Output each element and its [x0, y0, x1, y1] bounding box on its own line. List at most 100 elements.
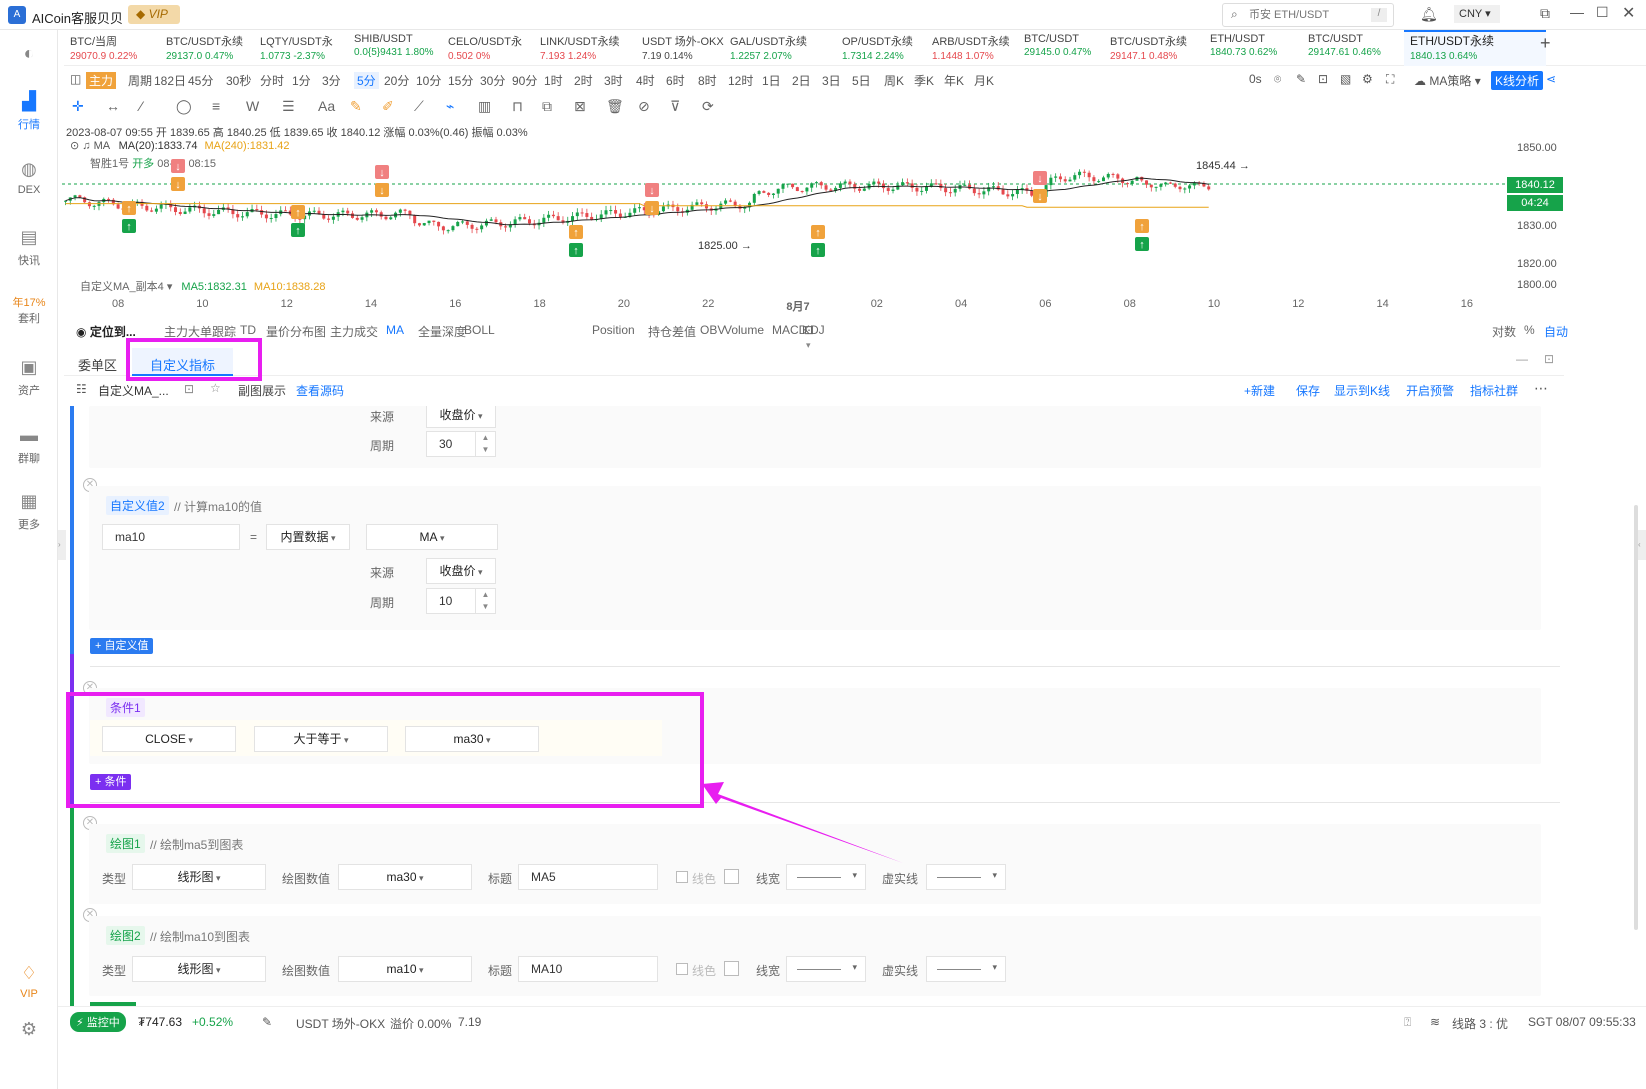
text-icon[interactable]: Aa [318, 98, 335, 114]
sidebar-item-settings[interactable]: ⚙ [0, 1018, 58, 1044]
plot-1-width-select[interactable] [786, 864, 866, 890]
eye-icon[interactable]: ⊘ [638, 98, 650, 115]
sidebar-item-vip[interactable]: ♢ VIP [0, 962, 58, 1000]
period-tab[interactable]: 4时 [636, 72, 655, 89]
chevron-down-icon[interactable]: ▾ [167, 281, 173, 293]
period-tab[interactable]: 30分 [480, 72, 505, 89]
plot-2-color-swatch[interactable] [724, 961, 739, 976]
plot-1-value-select[interactable]: ma30 [338, 864, 472, 890]
edit-icon[interactable]: ⊠ [574, 98, 586, 115]
period-tab[interactable]: 1时 [544, 72, 563, 89]
plot-1-title-input[interactable] [518, 864, 658, 890]
pen-icon[interactable]: ✎ [1296, 72, 1306, 86]
view-source-link[interactable]: 查看源码 [296, 382, 344, 399]
filter-icon[interactable]: ⊽ [670, 98, 680, 115]
ticker-item[interactable]: BTC/USDT永续 29147.1 0.48% [1110, 33, 1187, 65]
period-tab[interactable]: 20分 [384, 72, 409, 89]
search-box[interactable]: ⌕ / [1222, 3, 1394, 27]
enable-alert-button[interactable]: 开启预警 [1406, 382, 1454, 399]
sidebar-item-news[interactable]: ▤ 快讯 [0, 226, 58, 268]
pattern-icon[interactable]: ▥ [478, 98, 491, 115]
minimize-icon[interactable]: — [1570, 4, 1584, 20]
auto-toggle[interactable]: 自动 [1544, 323, 1568, 340]
sidebar-item-assets[interactable]: ▣ 资产 [0, 356, 58, 398]
indicator-toggle[interactable]: 全量深度 [418, 323, 466, 340]
fullscreen-icon[interactable]: ⛶ [1386, 72, 1394, 87]
sidebar-item-arbitrage[interactable]: 年17% 套利 [0, 294, 58, 326]
ticker-item[interactable]: BTC/当周 29070.9 0.22% [70, 33, 137, 65]
period-tab[interactable]: 6时 [666, 72, 685, 89]
period-tab[interactable]: 1日 [762, 72, 781, 89]
period-tab[interactable]: 2日 [792, 72, 811, 89]
highlighter-icon[interactable]: ✐ [382, 98, 394, 115]
ticker-item[interactable]: LINK/USDT永续 7.193 1.24% [540, 33, 619, 65]
more-options-icon[interactable]: ⋯ [1534, 380, 1548, 397]
custom-value-2-var[interactable] [102, 524, 240, 550]
plot-2-width-select[interactable] [786, 956, 866, 982]
monitor-badge[interactable]: ⚡ 监控中 [70, 1012, 126, 1032]
ticker-item[interactable]: CELO/USDT永 0.502 0% [448, 33, 522, 65]
maximize-icon[interactable]: ☐ [1596, 4, 1609, 21]
plot-2-dash-select[interactable] [926, 956, 1006, 982]
currency-select[interactable]: CNY ▾ [1454, 5, 1500, 23]
sub-display-toggle[interactable]: 副图展示 [238, 382, 286, 399]
right-collapse-icon[interactable]: ‹ [1638, 530, 1646, 560]
plot-1-color-swatch[interactable] [724, 869, 739, 884]
period-tab[interactable]: 月K [974, 72, 994, 89]
ticker-item[interactable]: GAL/USDT永续 1.2257 2.07% [730, 33, 807, 65]
custom-value-2-period-stepper[interactable]: ▲ ▼ [476, 588, 496, 614]
period-tab[interactable]: 2时 [574, 72, 593, 89]
period-tab[interactable]: 5分 [354, 72, 379, 89]
edit-indicators-icon[interactable]: ⊡ [804, 323, 814, 337]
expand-panel-icon[interactable]: ⊡ [1544, 352, 1554, 366]
period-tab[interactable]: 周K [884, 72, 904, 89]
period-tab[interactable]: 15分 [448, 72, 473, 89]
period-tab[interactable]: 182日 [154, 72, 186, 89]
crosshair-icon[interactable]: ✛ [72, 98, 84, 115]
period-tab[interactable]: 周期 [128, 72, 152, 89]
period-tab[interactable]: 年K [944, 72, 964, 89]
ticker-item[interactable]: BTC/USDT 29145.0 0.47% [1024, 33, 1091, 65]
plot-2-type-select[interactable]: 线形图 [132, 956, 266, 982]
indicator-toggle[interactable]: 持仓差值 [648, 323, 696, 340]
period-tab[interactable]: 3日 [822, 72, 841, 89]
sidebar-item-dex[interactable]: ◍ DEX [0, 158, 58, 196]
ticker-item[interactable]: ETH/USDT永续 1840.13 0.64% [1404, 30, 1546, 66]
period-tab[interactable]: 10分 [416, 72, 441, 89]
indicator-toggle[interactable]: TD [240, 323, 256, 337]
period-tab[interactable]: 8时 [698, 72, 717, 89]
search-input[interactable] [1249, 7, 1359, 23]
chart-type-icon[interactable]: ◫ [70, 72, 81, 86]
custom-value-2-func-select[interactable]: MA [366, 524, 498, 550]
indicator-toggle[interactable]: MA [386, 323, 404, 337]
period-tab[interactable]: 5日 [852, 72, 871, 89]
custom-value-2-type-select[interactable]: 内置数据 [266, 524, 350, 550]
period-tab[interactable]: 1分 [292, 72, 311, 89]
show-on-kline-button[interactable]: 显示到K线 [1334, 382, 1390, 399]
period-tab[interactable]: 季K [914, 72, 934, 89]
sidebar-item-globe[interactable]: ◐ [0, 42, 58, 68]
plot-1-type-select[interactable]: 线形图 [132, 864, 266, 890]
ticker-item[interactable]: OP/USDT永续 1.7314 2.24% [842, 33, 913, 65]
period-tab[interactable]: 3分 [322, 72, 341, 89]
new-window-icon[interactable]: ⧉ [1540, 5, 1550, 22]
add-custom-value-button[interactable]: + 自定义值 [90, 638, 154, 654]
new-indicator-button[interactable]: +新建 [1244, 382, 1275, 399]
indicator-toggle[interactable]: Position [592, 323, 635, 337]
magnet-icon[interactable]: ⌁ [446, 98, 454, 115]
plot-2-title-input[interactable] [518, 956, 658, 982]
indicator-community-button[interactable]: 指标社群 [1470, 382, 1518, 399]
period-tab[interactable]: 12时 [728, 72, 753, 89]
line-status[interactable]: 线路 3 : 优 [1452, 1015, 1508, 1032]
indicator-toggle[interactable]: OBV [700, 323, 725, 337]
copy-icon[interactable]: ⧉ [542, 98, 552, 115]
ticker-item[interactable]: USDT 场外-OKX 7.19 0.14% [642, 33, 724, 65]
plot-1-dash-select[interactable] [926, 864, 1006, 890]
vip-badge[interactable]: ◆ VIP [128, 5, 180, 24]
parallel-icon[interactable]: ≡ [212, 98, 220, 114]
list-icon[interactable]: ☷ [76, 382, 87, 396]
period-input-1[interactable] [426, 431, 476, 457]
sidebar-collapse-icon[interactable]: › [58, 530, 66, 560]
ray-icon[interactable]: ⁄ [140, 98, 142, 114]
editor-scrollbar[interactable] [1634, 505, 1638, 930]
